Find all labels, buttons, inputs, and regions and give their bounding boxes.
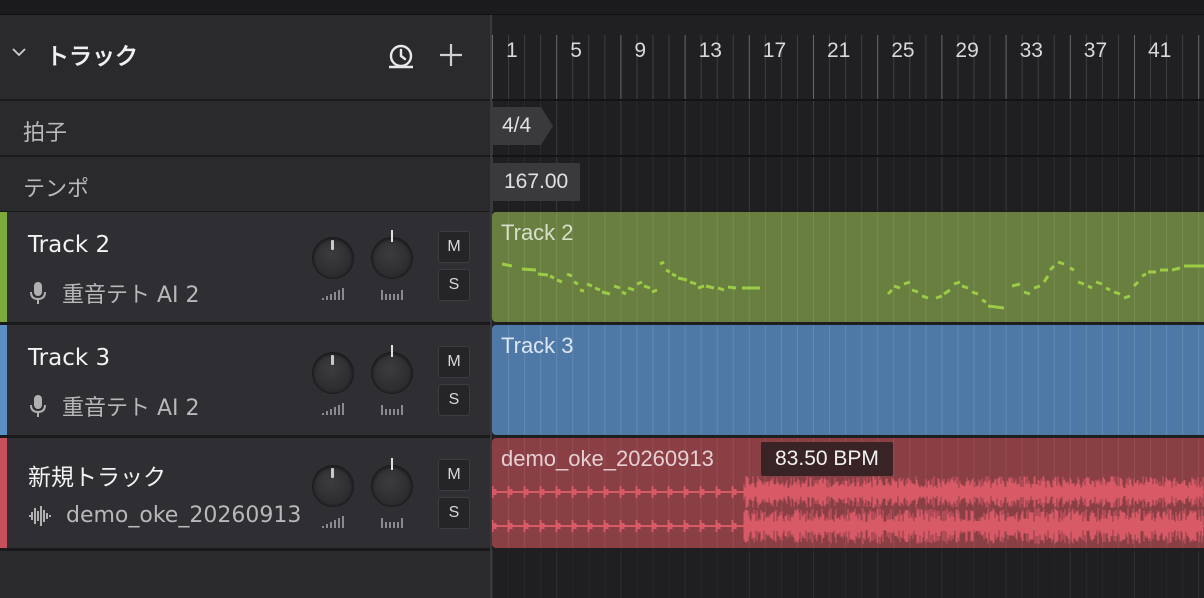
audio-clip[interactable]: demo_oke_20260913 83.50 BPM — [492, 438, 1204, 548]
track-header[interactable]: 新規トラック demo_oke_20260913 M S — [0, 438, 490, 551]
tempo-marker[interactable]: 167.00 — [492, 163, 581, 201]
microphone-icon — [30, 395, 46, 417]
track-header[interactable]: Track 2 重音テト AI 2 M S — [0, 212, 490, 325]
solo-button[interactable]: S — [438, 269, 470, 301]
track-header[interactable]: Track 3 重音テト AI 2 M S — [0, 325, 490, 438]
solo-button[interactable]: S — [438, 384, 470, 416]
title-bar — [0, 0, 1204, 15]
tempo-label: テンポ — [23, 177, 90, 202]
track-color-stripe — [0, 325, 7, 435]
microphone-icon — [30, 282, 46, 304]
vocal-clip[interactable]: Track 2 — [492, 212, 1204, 322]
track-panel: トラック 拍子 テンポ Track 2 重音テト AI 2 M S Track … — [0, 15, 491, 598]
track-name[interactable]: Track 2 — [28, 232, 110, 258]
volume-meter-icon — [322, 403, 344, 415]
vocal-clip[interactable]: Track 3 — [492, 325, 1204, 435]
pan-meter-icon — [381, 403, 403, 415]
clip-beat-lines — [508, 325, 1200, 435]
audio-waveform — [492, 476, 1204, 544]
track-voice: 重音テト AI 2 — [28, 277, 200, 309]
track-color-stripe — [0, 212, 7, 322]
mute-button[interactable]: M — [438, 231, 470, 263]
volume-knob[interactable] — [313, 466, 353, 506]
time-signature-label: 拍子 — [23, 121, 68, 146]
track-audio-file: demo_oke_20260913 — [28, 503, 301, 528]
track-voice-label: 重音テト AI 2 — [62, 283, 200, 308]
track-panel-title: トラック — [46, 44, 138, 70]
track-color-stripe — [0, 438, 7, 548]
timeline[interactable]: 1 5 9 13 17 21 25 29 33 37 41 4/4 167.00 Track 2 T… — [492, 15, 1204, 598]
pan-knob[interactable] — [372, 230, 412, 278]
time-signature-row: 拍子 — [0, 101, 490, 157]
volume-knob[interactable] — [313, 353, 353, 393]
track-name[interactable]: 新規トラック — [28, 458, 166, 492]
tempo-row: テンポ — [0, 157, 490, 213]
track-name[interactable]: Track 3 — [28, 345, 110, 371]
solo-button[interactable]: S — [438, 497, 470, 529]
volume-knob[interactable] — [313, 238, 353, 278]
mute-button[interactable]: M — [438, 346, 470, 378]
pan-meter-icon — [381, 516, 403, 528]
waveform-icon — [29, 505, 51, 526]
volume-meter-icon — [322, 288, 344, 300]
volume-meter-icon — [322, 516, 344, 528]
pan-meter-icon — [381, 288, 403, 300]
pan-knob[interactable] — [372, 345, 412, 393]
note-preview — [501, 260, 1204, 310]
track-panel-header: トラック — [0, 15, 490, 101]
pan-knob[interactable] — [372, 458, 412, 506]
chevron-down-icon[interactable] — [10, 43, 28, 61]
track-voice: 重音テト AI 2 — [28, 390, 200, 422]
clip-name: Track 3 — [501, 333, 574, 358]
time-signature-marker[interactable]: 4/4 — [492, 107, 554, 145]
track-audio-file-label: demo_oke_20260913 — [66, 503, 302, 528]
mute-button[interactable]: M — [438, 459, 470, 491]
plus-icon[interactable] — [437, 41, 465, 69]
history-icon[interactable] — [386, 41, 416, 71]
track-voice-label: 重音テト AI 2 — [62, 396, 200, 421]
